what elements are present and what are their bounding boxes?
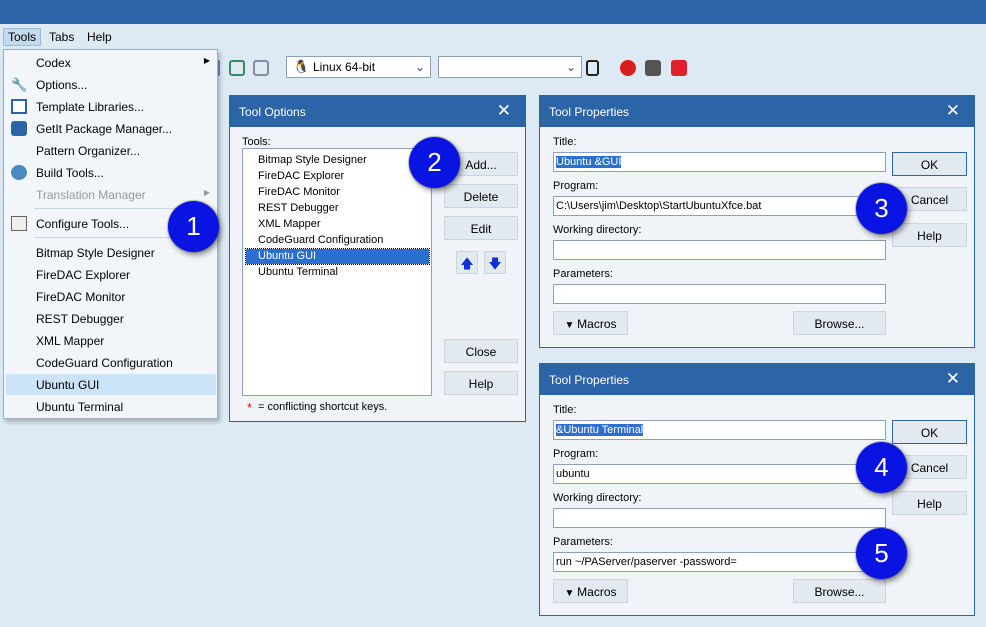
configure-icon (11, 216, 27, 231)
macros-button[interactable]: ▼ Macros (553, 579, 628, 603)
list-item[interactable]: FireDAC Monitor (246, 185, 429, 200)
list-item[interactable]: XML Mapper (246, 217, 429, 232)
title-field[interactable]: &Ubuntu Terminal (553, 420, 886, 440)
menu-tabs[interactable]: Tabs (45, 29, 78, 45)
parameters-field[interactable]: run ~/PAServer/paserver -password= (553, 552, 886, 572)
menu-item-template-libraries[interactable]: Template Libraries... (6, 96, 216, 117)
tool-properties-dialog-gui: Tool Properties ✕ Title: Ubuntu &GUI Pro… (539, 95, 975, 348)
tools-listbox[interactable]: Bitmap Style Designer FireDAC Explorer F… (242, 148, 432, 396)
move-up-arrow-icon[interactable]: 🡅 (456, 251, 478, 274)
program-label: Program: (553, 180, 599, 192)
menu-item-build-tools[interactable]: Build Tools... (6, 162, 216, 183)
program-label: Program: (553, 448, 599, 460)
dialog-caption: Tool Properties ✕ (540, 364, 974, 395)
menu-item-ubuntu-terminal[interactable]: Ubuntu Terminal (6, 396, 216, 417)
callout-badge-2: 2 (409, 137, 460, 188)
list-item[interactable]: Bitmap Style Designer (246, 153, 429, 168)
config-combo[interactable]: ⌄ (438, 56, 582, 78)
callout-badge-5: 5 (856, 528, 907, 579)
menu-help[interactable]: Help (83, 29, 116, 45)
list-item[interactable]: Ubuntu Terminal (246, 265, 429, 280)
menu-tools[interactable]: Tools (3, 28, 42, 46)
title-field[interactable]: Ubuntu &GUI (553, 152, 886, 172)
menu-item-tool[interactable]: REST Debugger (6, 308, 216, 329)
list-item[interactable]: REST Debugger (246, 201, 429, 216)
template-icon (11, 99, 27, 114)
help-button[interactable]: Help (892, 491, 967, 515)
toolbar: 🐧 Linux 64-bit ⌄ ⌄ (216, 50, 986, 86)
program-field[interactable]: ubuntu (553, 464, 886, 484)
move-down-arrow-icon[interactable]: 🡇 (484, 251, 506, 274)
ok-button[interactable]: OK (892, 420, 967, 444)
dialog-caption: Tool Options ✕ (230, 96, 525, 127)
working-directory-label: Working directory: (553, 492, 642, 504)
linux-penguin-icon: 🐧 (293, 59, 310, 74)
settings-gear-icon[interactable] (671, 60, 687, 76)
browse-button[interactable]: Browse... (793, 311, 886, 335)
wrench-icon: 🔧 (11, 77, 28, 92)
parameters-field[interactable] (553, 284, 886, 304)
callout-badge-1: 1 (168, 201, 219, 252)
package-icon (11, 121, 27, 136)
close-icon[interactable]: ✕ (497, 101, 511, 121)
chevron-down-icon: ⌄ (414, 60, 425, 74)
program-field[interactable]: C:\Users\jim\Desktop\StartUbuntuXfce.bat (553, 196, 886, 216)
close-icon[interactable]: ✕ (946, 101, 960, 121)
submenu-arrow-icon: ▶ (203, 188, 210, 197)
build-icon (11, 165, 27, 180)
menu-item-tool[interactable]: FireDAC Explorer (6, 264, 216, 285)
tools-label: Tools: (242, 136, 271, 148)
triangle-down-icon: ▼ (564, 588, 578, 599)
menu-item-options[interactable]: 🔧 Options... (6, 74, 216, 95)
title-label: Title: (553, 404, 577, 416)
help-button[interactable]: Help (892, 223, 967, 247)
dialog-caption: Tool Properties ✕ (540, 96, 974, 127)
working-directory-field[interactable] (553, 240, 886, 260)
conflict-star-icon: * (247, 400, 253, 415)
working-directory-field[interactable] (553, 508, 886, 528)
device-icon[interactable] (586, 60, 599, 76)
close-icon[interactable]: ✕ (946, 369, 960, 389)
help-button[interactable]: Help (444, 371, 518, 395)
menu-item-tool[interactable]: FireDAC Monitor (6, 286, 216, 307)
tool-properties-dialog-terminal: Tool Properties ✕ Title: &Ubuntu Termina… (539, 363, 975, 616)
toolbar-comment-icon[interactable] (229, 60, 245, 76)
callout-badge-3: 3 (856, 183, 907, 234)
submenu-arrow-icon: ▶ (203, 56, 210, 65)
edit-button[interactable]: Edit (444, 216, 518, 240)
delete-button[interactable]: Delete (444, 184, 518, 208)
chevron-down-icon: ⌄ (565, 60, 576, 74)
platform-combo-value: Linux 64-bit (313, 60, 376, 74)
platform-combo[interactable]: 🐧 Linux 64-bit ⌄ (286, 56, 431, 78)
parameters-label: Parameters: (553, 268, 613, 280)
macros-button[interactable]: ▼ Macros (553, 311, 628, 335)
menu-item-tool[interactable]: XML Mapper (6, 330, 216, 351)
tool-options-dialog: Tool Options ✕ Tools: Bitmap Style Desig… (229, 95, 526, 422)
refresh-icon[interactable] (645, 60, 661, 76)
list-item[interactable]: FireDAC Explorer (246, 169, 429, 184)
toolbar-uncomment-icon[interactable] (253, 60, 269, 76)
menu-item-getit[interactable]: GetIt Package Manager... (6, 118, 216, 139)
working-directory-label: Working directory: (553, 224, 642, 236)
run-icon[interactable] (620, 60, 636, 76)
callout-badge-4: 4 (856, 442, 907, 493)
close-button[interactable]: Close (444, 339, 518, 363)
list-item-selected[interactable]: Ubuntu GUI (245, 248, 430, 265)
window-titlebar (0, 0, 986, 24)
menu-item-codex[interactable]: Codex ▶ (6, 52, 216, 73)
conflict-footnote: = conflicting shortcut keys. (258, 401, 388, 413)
parameters-label: Parameters: (553, 536, 613, 548)
menu-item-ubuntu-gui[interactable]: Ubuntu GUI (6, 374, 216, 395)
ok-button[interactable]: OK (892, 152, 967, 176)
browse-button[interactable]: Browse... (793, 579, 886, 603)
menu-item-pattern-organizer[interactable]: Pattern Organizer... (6, 140, 216, 161)
triangle-down-icon: ▼ (564, 320, 578, 331)
menu-item-tool[interactable]: CodeGuard Configuration (6, 352, 216, 373)
list-item[interactable]: CodeGuard Configuration (246, 233, 429, 248)
menubar: Tools Tabs Help (0, 24, 986, 50)
title-label: Title: (553, 136, 577, 148)
